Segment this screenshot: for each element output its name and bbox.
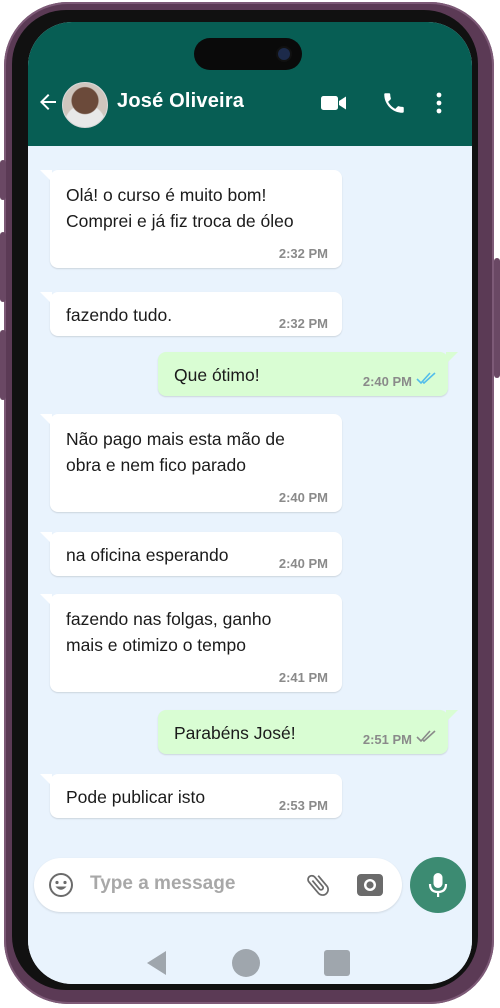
message-time: 2:51 PM [362,732,412,747]
message-time: 2:41 PM [278,670,328,685]
phone-side-button [0,160,6,200]
system-nav-bar [28,928,472,984]
more-vertical-icon[interactable] [432,90,446,116]
mic-icon [428,873,448,897]
incoming-message[interactable]: Pode publicar isto 2:53 PM [40,774,342,818]
message-time: 2:40 PM [362,374,412,389]
back-arrow-icon[interactable] [36,90,60,114]
message-text: Que ótimo! [174,365,260,385]
phone-side-button [0,330,6,400]
message-composer: Type a message [34,858,402,912]
incoming-message[interactable]: na oficina esperando 2:40 PM [40,532,342,576]
attach-icon[interactable] [304,871,332,899]
message-input[interactable]: Type a message [90,873,235,895]
camera-notch [194,38,302,70]
front-camera [278,48,290,60]
phone-call-icon[interactable] [380,90,408,116]
video-call-icon[interactable] [320,90,348,116]
contact-avatar[interactable] [62,82,108,128]
nav-back-icon[interactable] [146,950,168,976]
message-text: na oficina esperando [66,545,229,565]
phone-side-button [494,258,500,378]
outgoing-message[interactable]: Que ótimo! 2:40 PM [158,352,458,396]
chat-screen: José Oliveira Olá! o curso é muito bom! … [28,22,472,984]
message-time: 2:40 PM [278,490,328,505]
delivered-ticks-icon [416,730,436,743]
phone-side-button [0,232,6,302]
incoming-message[interactable]: fazendo tudo. 2:32 PM [40,292,342,336]
contact-name[interactable]: José Oliveira [117,90,244,113]
incoming-message[interactable]: Olá! o curso é muito bom! Comprei e já f… [40,170,342,268]
nav-recents-button[interactable] [324,950,350,976]
chat-header: José Oliveira [28,22,472,146]
message-text: Pode publicar isto [66,787,206,807]
message-text: fazendo nas folgas, ganho mais e otimizo… [66,609,272,655]
camera-icon[interactable] [356,872,384,898]
read-ticks-icon [416,372,436,385]
message-text: Parabéns José! [174,723,296,743]
message-text: Olá! o curso é muito bom! Comprei e já f… [66,185,294,231]
message-time: 2:32 PM [278,316,328,331]
message-text: Não pago mais esta mão de obra e nem fic… [66,429,285,475]
incoming-message[interactable]: fazendo nas folgas, ganho mais e otimizo… [40,594,342,692]
message-list[interactable]: Olá! o curso é muito bom! Comprei e já f… [28,146,472,854]
incoming-message[interactable]: Não pago mais esta mão de obra e nem fic… [40,414,342,512]
emoji-icon[interactable] [48,872,74,898]
message-time: 2:40 PM [278,556,328,571]
message-time: 2:32 PM [278,246,328,261]
mic-button[interactable] [410,857,466,913]
nav-home-button[interactable] [232,949,260,977]
message-time: 2:53 PM [278,798,328,813]
outgoing-message[interactable]: Parabéns José! 2:51 PM [158,710,458,754]
message-text: fazendo tudo. [66,305,173,325]
